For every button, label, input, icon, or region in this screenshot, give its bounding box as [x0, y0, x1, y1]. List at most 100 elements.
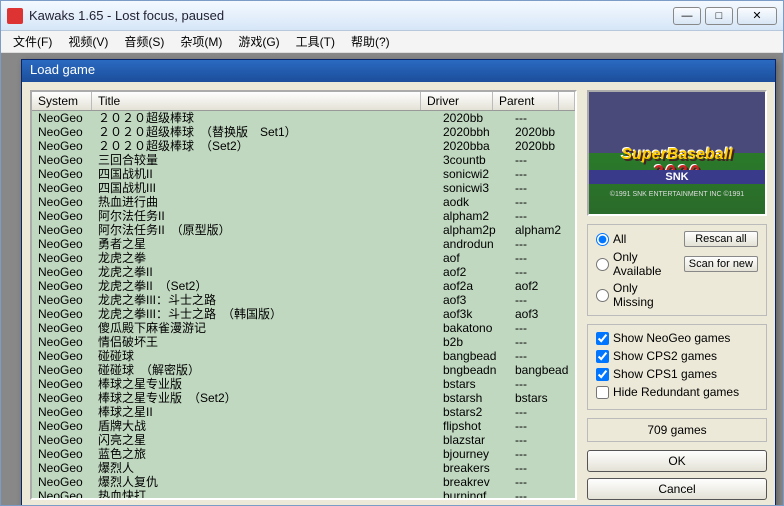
column-driver[interactable]: Driver — [421, 92, 493, 110]
cell-title: 阿尔法任务II — [92, 209, 437, 223]
cell-system: NeoGeo — [32, 391, 92, 405]
cell-driver: alpham2p — [437, 223, 509, 237]
cell-driver: breakrev — [437, 475, 509, 489]
cell-driver: sonicwi3 — [437, 181, 509, 195]
cell-system: NeoGeo — [32, 489, 92, 498]
cell-system: NeoGeo — [32, 293, 92, 307]
table-row[interactable]: NeoGeo四国战机IIIsonicwi3--- — [32, 181, 575, 195]
cell-parent: bstars — [509, 391, 575, 405]
cell-driver: aof3k — [437, 307, 509, 321]
menu-item-0[interactable]: 文件(F) — [5, 31, 60, 52]
cell-driver: sonicwi2 — [437, 167, 509, 181]
menu-item-4[interactable]: 游戏(G) — [230, 31, 287, 52]
table-row[interactable]: NeoGeo棒球之星专业版 （Set2）bstarshbstars — [32, 391, 575, 405]
table-row[interactable]: NeoGeo情侣破坏王b2b--- — [32, 335, 575, 349]
game-count: 709 games — [587, 418, 767, 442]
table-row[interactable]: NeoGeo龙虎之拳III：斗士之路aof3--- — [32, 293, 575, 307]
column-parent[interactable]: Parent — [493, 92, 559, 110]
cell-driver: burningf — [437, 489, 509, 498]
cell-system: NeoGeo — [32, 195, 92, 209]
cell-parent: --- — [509, 265, 575, 279]
table-row[interactable]: NeoGeo阿尔法任务IIalpham2--- — [32, 209, 575, 223]
cell-driver: bngbeadn — [437, 363, 509, 377]
table-row[interactable]: NeoGeo棒球之星专业版bstars--- — [32, 377, 575, 391]
check-neogeo[interactable]: Show NeoGeo games — [596, 331, 758, 345]
check-cps2[interactable]: Show CPS2 games — [596, 349, 758, 363]
table-row[interactable]: NeoGeo棒球之星IIbstars2--- — [32, 405, 575, 419]
cell-parent: --- — [509, 377, 575, 391]
cell-title: 蓝色之旅 — [92, 447, 437, 461]
table-row[interactable]: NeoGeo阿尔法任务II （原型版）alpham2palpham2 — [32, 223, 575, 237]
maximize-button[interactable]: □ — [705, 7, 733, 25]
radio-all[interactable]: All — [596, 232, 680, 246]
cell-driver: 2020bba — [437, 139, 509, 153]
cell-title: 碰碰球 （解密版） — [92, 363, 437, 377]
menu-item-3[interactable]: 杂项(M) — [172, 31, 230, 52]
game-list: System Title Driver Parent NeoGeo２０２０超级棒… — [30, 90, 577, 500]
table-row[interactable]: NeoGeo勇者之星androdun--- — [32, 237, 575, 251]
rescan-button[interactable]: Rescan all — [684, 231, 758, 247]
cell-parent: alpham2 — [509, 223, 575, 237]
table-row[interactable]: NeoGeo龙虎之拳IIaof2--- — [32, 265, 575, 279]
table-row[interactable]: NeoGeo四国战机IIsonicwi2--- — [32, 167, 575, 181]
cell-title: 阿尔法任务II （原型版） — [92, 223, 437, 237]
options-group: Show NeoGeo games Show CPS2 games Show C… — [587, 324, 767, 410]
dialog-title: Load game — [22, 60, 775, 82]
table-row[interactable]: NeoGeo爆烈人复仇breakrev--- — [32, 475, 575, 489]
table-row[interactable]: NeoGeo２０２０超级棒球 （Set2）2020bba2020bb — [32, 139, 575, 153]
menu-item-6[interactable]: 帮助(?) — [343, 31, 398, 52]
grid-body[interactable]: NeoGeo２０２０超级棒球2020bb---NeoGeo２０２０超级棒球 （替… — [32, 111, 575, 498]
radio-available[interactable]: Only Available — [596, 250, 680, 278]
cell-title: 龙虎之拳III：斗士之路 （韩国版） — [92, 307, 437, 321]
cell-parent: --- — [509, 405, 575, 419]
cell-title: 盾牌大战 — [92, 419, 437, 433]
table-row[interactable]: NeoGeo龙虎之拳aof--- — [32, 251, 575, 265]
menu-item-1[interactable]: 视频(V) — [60, 31, 116, 52]
cell-parent: --- — [509, 349, 575, 363]
grid-header: System Title Driver Parent — [32, 92, 575, 111]
table-row[interactable]: NeoGeo闪亮之星blazstar--- — [32, 433, 575, 447]
cell-driver: bjourney — [437, 447, 509, 461]
check-cps1[interactable]: Show CPS1 games — [596, 367, 758, 381]
table-row[interactable]: NeoGeo２０２０超级棒球 （替换版 Set1）2020bbh2020bb — [32, 125, 575, 139]
table-row[interactable]: NeoGeo蓝色之旅bjourney--- — [32, 447, 575, 461]
table-row[interactable]: NeoGeo盾牌大战flipshot--- — [32, 419, 575, 433]
table-row[interactable]: NeoGeo爆烈人breakers--- — [32, 461, 575, 475]
cell-parent: --- — [509, 419, 575, 433]
cell-system: NeoGeo — [32, 223, 92, 237]
check-redundant[interactable]: Hide Redundant games — [596, 385, 758, 399]
close-button[interactable]: ✕ — [737, 7, 777, 25]
menu-item-2[interactable]: 音频(S) — [116, 31, 172, 52]
table-row[interactable]: NeoGeo龙虎之拳III：斗士之路 （韩国版）aof3kaof3 — [32, 307, 575, 321]
cell-driver: bstars2 — [437, 405, 509, 419]
table-row[interactable]: NeoGeo热血快打burningf--- — [32, 489, 575, 498]
radio-missing[interactable]: Only Missing — [596, 281, 680, 309]
cell-parent: --- — [509, 153, 575, 167]
cell-driver: bangbead — [437, 349, 509, 363]
table-row[interactable]: NeoGeo龙虎之拳II （Set2）aof2aaof2 — [32, 279, 575, 293]
app-window: Kawaks 1.65 - Lost focus, paused — □ ✕ 文… — [0, 0, 784, 506]
table-row[interactable]: NeoGeo傻瓜殿下麻雀漫游记bakatono--- — [32, 321, 575, 335]
minimize-button[interactable]: — — [673, 7, 701, 25]
scan-new-button[interactable]: Scan for new — [684, 256, 758, 272]
cell-system: NeoGeo — [32, 349, 92, 363]
table-row[interactable]: NeoGeo２０２０超级棒球2020bb--- — [32, 111, 575, 125]
table-row[interactable]: NeoGeo热血进行曲aodk--- — [32, 195, 575, 209]
cell-driver: flipshot — [437, 419, 509, 433]
menu-item-5[interactable]: 工具(T) — [288, 31, 343, 52]
ok-button[interactable]: OK — [587, 450, 767, 472]
column-title[interactable]: Title — [92, 92, 421, 110]
cell-parent: --- — [509, 251, 575, 265]
column-scrollbar-spacer — [559, 92, 575, 110]
cell-parent: --- — [509, 293, 575, 307]
table-row[interactable]: NeoGeo三回合较量3countb--- — [32, 153, 575, 167]
load-game-dialog: Load game System Title Driver Parent Neo… — [21, 59, 776, 506]
titlebar: Kawaks 1.65 - Lost focus, paused — □ ✕ — [1, 1, 783, 31]
cell-title: 棒球之星II — [92, 405, 437, 419]
table-row[interactable]: NeoGeo碰碰球bangbead--- — [32, 349, 575, 363]
cancel-button[interactable]: Cancel — [587, 478, 767, 500]
column-system[interactable]: System — [32, 92, 92, 110]
cell-driver: aodk — [437, 195, 509, 209]
preview-copyright: ©1991 SNK ENTERTAINMENT INC ©1991 — [589, 191, 765, 198]
table-row[interactable]: NeoGeo碰碰球 （解密版）bngbeadnbangbead — [32, 363, 575, 377]
